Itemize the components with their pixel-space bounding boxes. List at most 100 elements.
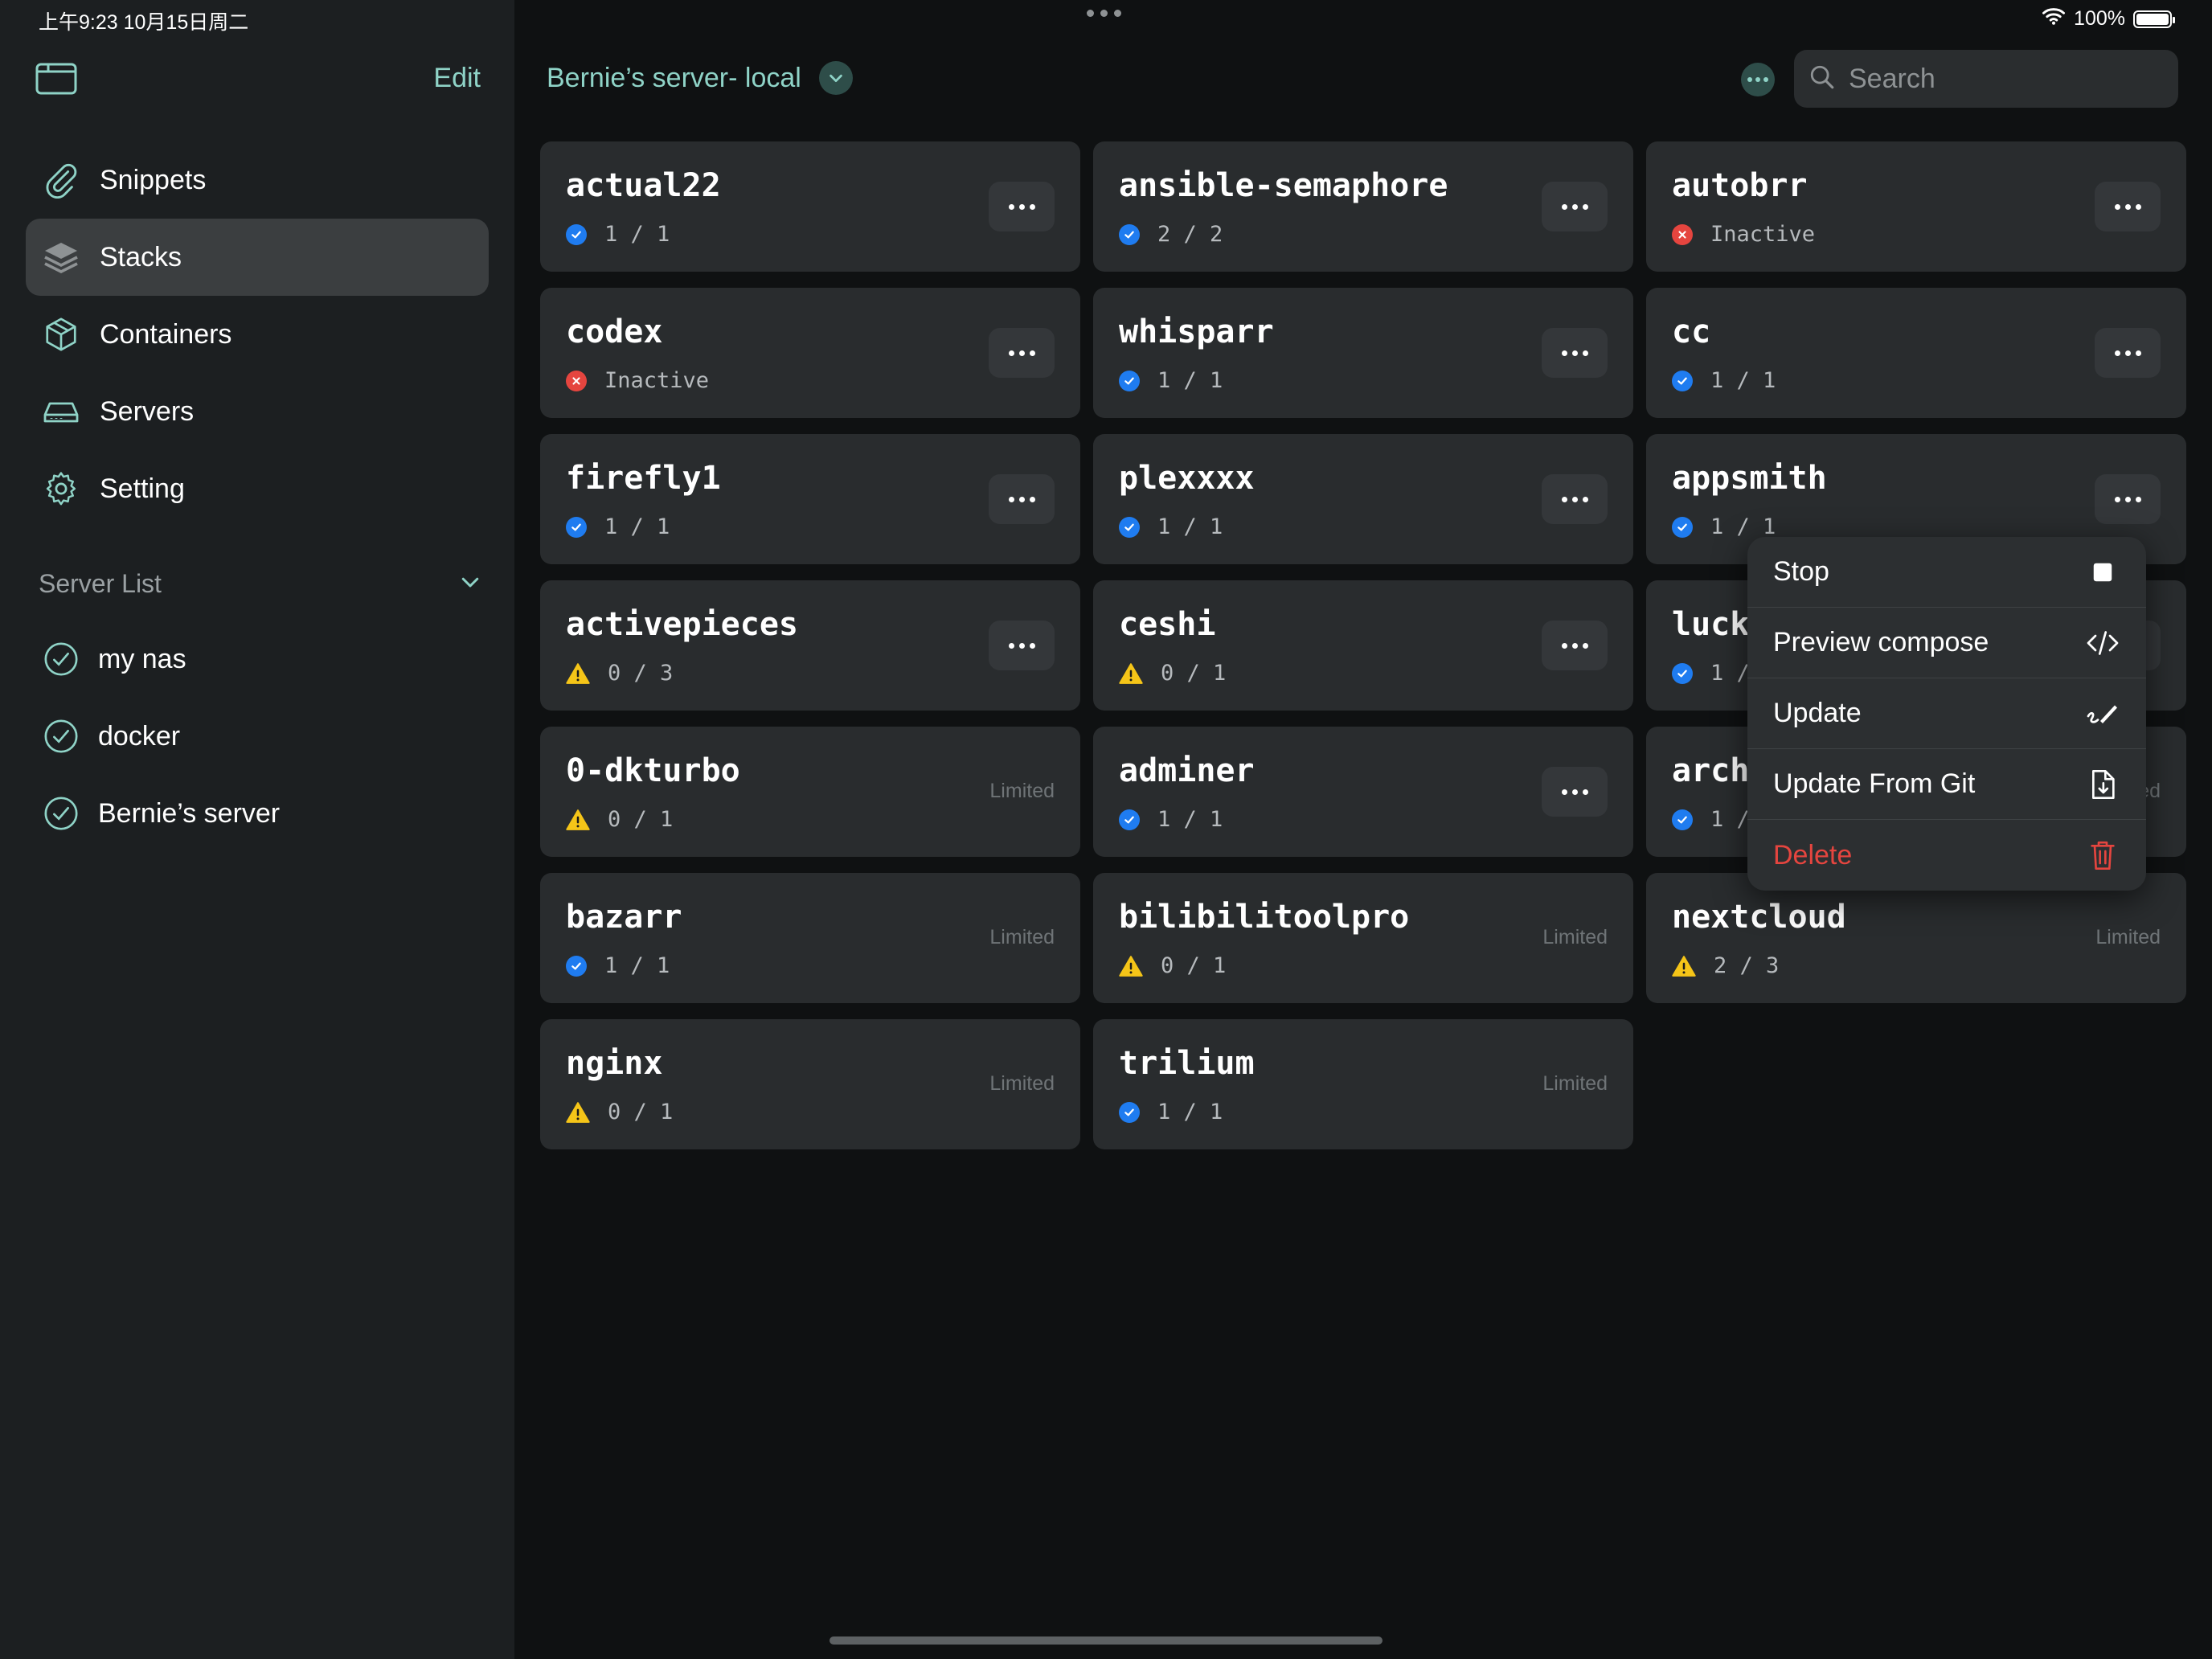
- sidebar-item-servers[interactable]: Servers: [26, 373, 489, 450]
- wifi-icon: [2042, 6, 2066, 31]
- menu-item-delete[interactable]: Delete: [1747, 820, 2146, 891]
- multitasking-dots[interactable]: [1087, 10, 1121, 17]
- stack-count: 1 / 1: [1157, 807, 1223, 832]
- warning-triangle-icon: [566, 809, 590, 831]
- server-item-bernies-server[interactable]: Bernie’s server: [42, 775, 492, 852]
- stack-count: 0 / 3: [608, 661, 674, 686]
- stack-name: appsmith: [1672, 460, 1827, 497]
- stack-name: nextcloud: [1672, 899, 1846, 936]
- limited-label: Limited: [989, 780, 1055, 802]
- stack-card[interactable]: plexxxx 1 / 1: [1093, 434, 1633, 564]
- server-item-label: docker: [98, 720, 181, 752]
- stack-card[interactable]: actual22 1 / 1: [540, 141, 1080, 272]
- stack-count: 2 / 3: [1714, 953, 1780, 978]
- stack-card[interactable]: activepieces 0 / 3: [540, 580, 1080, 711]
- more-options-icon[interactable]: [1741, 63, 1775, 96]
- sidebar-item-label: Servers: [100, 395, 195, 427]
- stack-count: 0 / 1: [608, 1100, 674, 1124]
- sidebar-item-label: Setting: [100, 473, 185, 504]
- sidebar-toggle-icon[interactable]: [35, 63, 77, 95]
- check-badge-icon: [1119, 516, 1140, 538]
- stack-card[interactable]: firefly1 1 / 1: [540, 434, 1080, 564]
- stack-card[interactable]: ansible-semaphore 2 / 2: [1093, 141, 1633, 272]
- more-button[interactable]: [1542, 328, 1608, 378]
- stack-status: 0 / 3: [566, 661, 673, 686]
- search-bar[interactable]: [1794, 50, 2178, 108]
- more-button[interactable]: [989, 474, 1055, 524]
- stack-status: 1 / 1: [566, 222, 670, 247]
- server-list-header[interactable]: Server List: [39, 559, 482, 608]
- more-button[interactable]: [1542, 621, 1608, 670]
- check-badge-icon: [1119, 809, 1140, 830]
- stack-status: 1 / 1: [566, 514, 670, 539]
- menu-item-stop[interactable]: Stop: [1747, 537, 2146, 608]
- stack-card[interactable]: codex Inactive: [540, 288, 1080, 418]
- server-selector[interactable]: Bernie’s server- local: [547, 61, 853, 95]
- check-circle-icon: [42, 640, 80, 678]
- search-icon: [1809, 63, 1836, 95]
- stack-count: 1 / 1: [604, 953, 670, 978]
- stack-card[interactable]: autobrr Inactive: [1646, 141, 2186, 272]
- server-item-label: my nas: [98, 643, 186, 674]
- layers-icon: [42, 238, 80, 276]
- stack-card[interactable]: ceshi 0 / 1: [1093, 580, 1633, 711]
- limited-label: Limited: [1542, 926, 1608, 948]
- server-item-docker[interactable]: docker: [42, 698, 492, 775]
- stack-card[interactable]: trilium 1 / 1 Limited: [1093, 1019, 1633, 1149]
- stack-card[interactable]: adminer 1 / 1: [1093, 727, 1633, 857]
- stack-card[interactable]: whisparr 1 / 1: [1093, 288, 1633, 418]
- server-list-title: Server List: [39, 568, 162, 598]
- sidebar-item-setting[interactable]: Setting: [26, 450, 489, 527]
- menu-item-update[interactable]: Update: [1747, 678, 2146, 749]
- stack-status: 0 / 1: [566, 807, 673, 832]
- stack-status: 0 / 1: [1119, 661, 1226, 686]
- more-button[interactable]: [1542, 182, 1608, 231]
- stack-status: 1 / 1: [1672, 514, 1776, 539]
- check-badge-icon: [1672, 516, 1693, 538]
- sidebar-item-containers[interactable]: Containers: [26, 296, 489, 373]
- edit-button[interactable]: Edit: [433, 63, 481, 94]
- stack-name: cc: [1672, 313, 1711, 350]
- stack-count: 1 / 1: [1157, 368, 1223, 393]
- stack-name: codex: [566, 313, 663, 350]
- stack-name: ansible-semaphore: [1119, 167, 1448, 204]
- stack-card[interactable]: 0-dkturbo 0 / 1 Limited: [540, 727, 1080, 857]
- stack-name: trilium: [1119, 1045, 1255, 1082]
- menu-item-update-from-git[interactable]: Update From Git: [1747, 749, 2146, 820]
- stack-name: adminer: [1119, 752, 1255, 789]
- stack-count: Inactive: [604, 368, 710, 393]
- stack-status: 1 / 1: [1119, 514, 1223, 539]
- stack-name: autobrr: [1672, 167, 1808, 204]
- home-indicator[interactable]: [830, 1636, 1382, 1645]
- menu-item-preview-compose[interactable]: Preview compose: [1747, 608, 2146, 678]
- error-badge-icon: [1672, 223, 1693, 245]
- more-button[interactable]: [989, 328, 1055, 378]
- error-badge-icon: [566, 370, 587, 391]
- limited-label: Limited: [2095, 926, 2161, 948]
- server-item-my-nas[interactable]: my nas: [42, 621, 492, 698]
- status-bar-right: 100%: [2042, 6, 2175, 31]
- limited-label: Limited: [989, 1072, 1055, 1095]
- more-button[interactable]: [989, 182, 1055, 231]
- more-button[interactable]: [2095, 182, 2161, 231]
- more-button[interactable]: [1542, 767, 1608, 817]
- stack-count: 1 / 1: [604, 514, 670, 539]
- stack-card[interactable]: bilibilitoolpro 0 / 1 Limited: [1093, 873, 1633, 1003]
- stack-card[interactable]: cc 1 / 1: [1646, 288, 2186, 418]
- more-button[interactable]: [2095, 474, 2161, 524]
- chevron-down-icon[interactable]: [458, 570, 482, 598]
- server-item-label: Bernie’s server: [98, 797, 281, 829]
- stack-card[interactable]: bazarr 1 / 1 Limited: [540, 873, 1080, 1003]
- stack-card[interactable]: nextcloud 2 / 3 Limited: [1646, 873, 2186, 1003]
- more-button[interactable]: [1542, 474, 1608, 524]
- sidebar-item-label: Containers: [100, 318, 232, 350]
- search-input[interactable]: [1847, 62, 2172, 96]
- stack-status: Inactive: [566, 368, 709, 393]
- stack-status: 2 / 3: [1672, 953, 1779, 978]
- sidebar-item-stacks[interactable]: Stacks: [26, 219, 489, 296]
- stack-count: 0 / 1: [608, 807, 674, 832]
- more-button[interactable]: [2095, 328, 2161, 378]
- stack-card[interactable]: nginx 0 / 1 Limited: [540, 1019, 1080, 1149]
- sidebar-item-snippets[interactable]: Snippets: [26, 141, 489, 219]
- more-button[interactable]: [989, 621, 1055, 670]
